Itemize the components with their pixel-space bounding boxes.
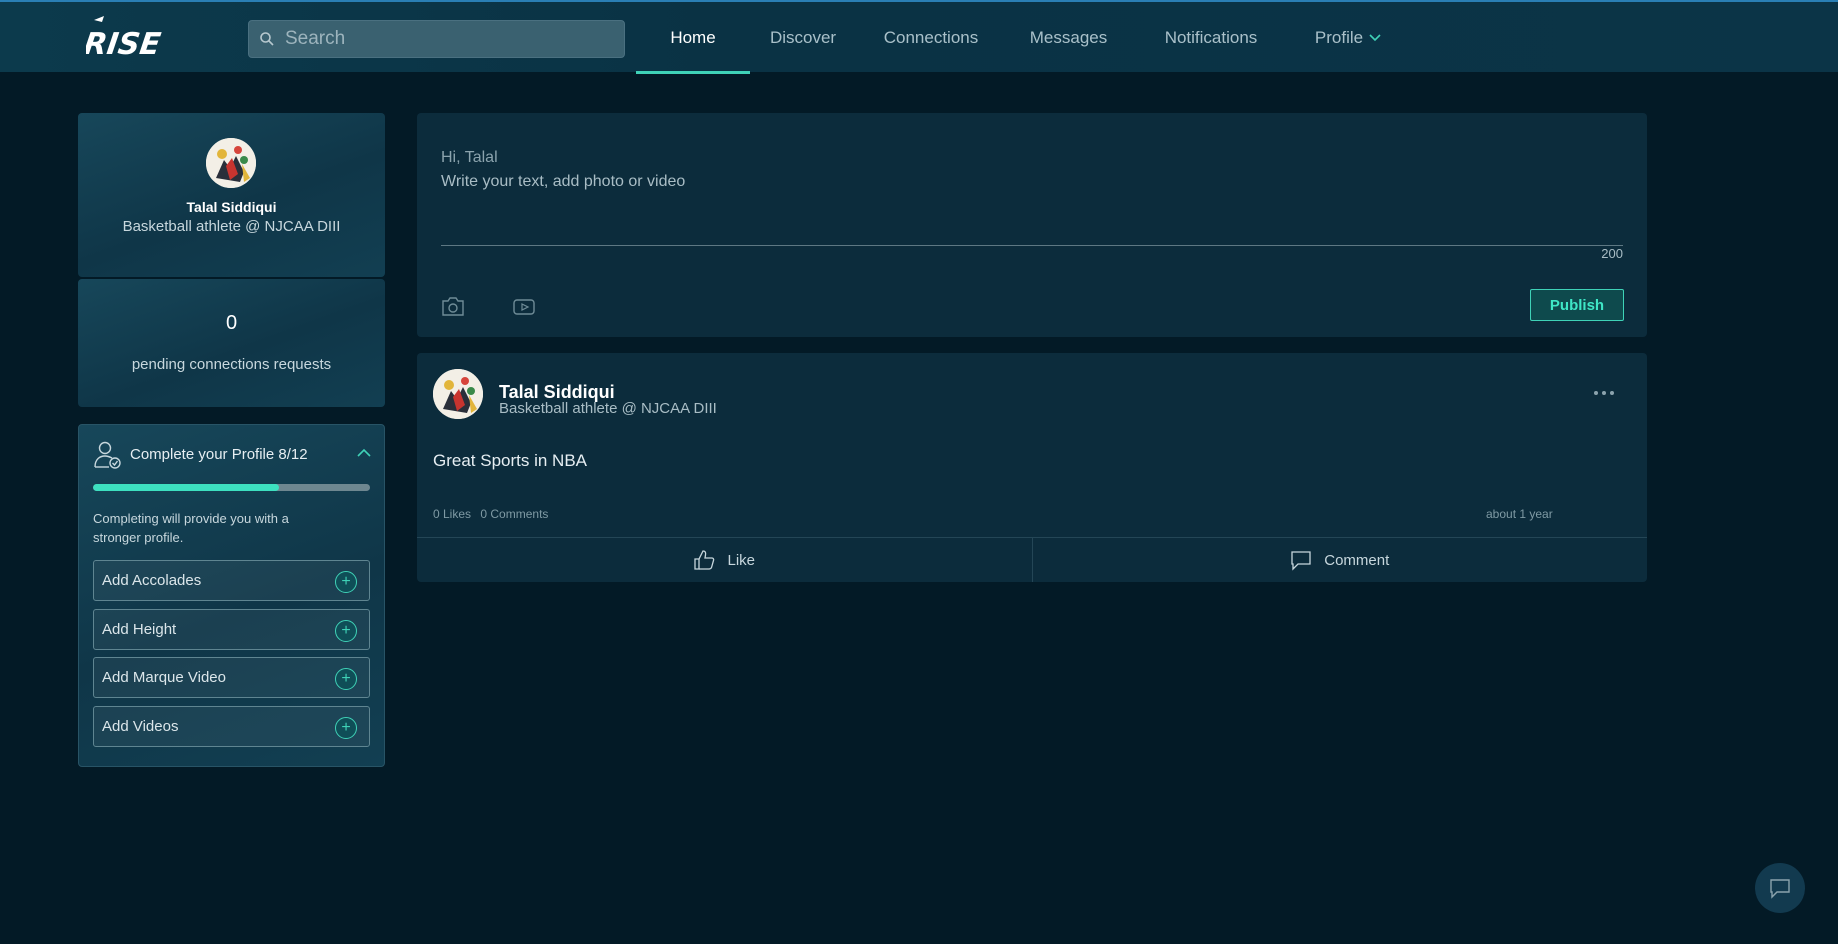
- like-button[interactable]: Like: [417, 538, 1032, 582]
- chat-icon: [1770, 879, 1790, 899]
- nav-discover[interactable]: Discover: [750, 2, 856, 74]
- add-marque-video-label: Add Marque Video: [102, 669, 226, 686]
- pending-label: pending connections requests: [131, 356, 332, 373]
- nav-messages-label: Messages: [1029, 28, 1108, 47]
- nav-connections[interactable]: Connections: [856, 2, 1006, 74]
- nav-profile[interactable]: Profile: [1291, 2, 1405, 74]
- post-composer: Hi, Talal 200 Publish: [417, 113, 1647, 337]
- nav-messages[interactable]: Messages: [1006, 2, 1131, 74]
- like-label: Like: [727, 551, 756, 569]
- plus-icon: +: [335, 717, 357, 739]
- post-stats: 0 Likes 0 Comments: [433, 507, 554, 521]
- nav-notifications[interactable]: Notifications: [1131, 2, 1291, 74]
- camera-icon[interactable]: [441, 295, 465, 317]
- profile-progress-bar: [93, 484, 370, 491]
- comment-button[interactable]: Comment: [1031, 538, 1648, 582]
- add-videos-button[interactable]: Add Videos +: [93, 706, 370, 747]
- avatar[interactable]: [206, 138, 256, 188]
- profile-name[interactable]: Talal Siddiqui: [78, 199, 385, 215]
- nav-notifications-label: Notifications: [1164, 28, 1258, 47]
- post-actions: Like Comment: [417, 537, 1647, 582]
- chevron-down-icon: [1369, 34, 1381, 42]
- nav-home[interactable]: Home: [636, 2, 750, 74]
- complete-profile-description: Completing will provide you with a stron…: [93, 511, 289, 545]
- composer-textarea[interactable]: [441, 169, 1623, 246]
- char-count: 200: [1601, 246, 1623, 261]
- plus-icon: +: [335, 620, 357, 642]
- add-accolades-button[interactable]: Add Accolades +: [93, 560, 370, 601]
- plus-icon: +: [335, 668, 357, 690]
- complete-profile-card: Complete your Profile 8/12 Completing wi…: [78, 424, 385, 767]
- publish-button[interactable]: Publish: [1530, 289, 1624, 321]
- add-height-button[interactable]: Add Height +: [93, 609, 370, 650]
- svg-text:RISE: RISE: [86, 27, 163, 60]
- pending-connections-card[interactable]: 0 pending connections requests: [78, 279, 385, 407]
- post-body: Great Sports in NBA: [433, 451, 588, 470]
- rise-logo[interactable]: RISE: [86, 16, 164, 60]
- post-likes-count[interactable]: 0 Likes: [433, 507, 471, 521]
- video-icon[interactable]: [513, 299, 535, 315]
- feed-post: Talal Siddiqui Basketball athlete @ NJCA…: [417, 353, 1647, 582]
- nav-profile-label: Profile: [1314, 28, 1364, 47]
- add-videos-label: Add Videos: [102, 718, 179, 735]
- main-nav: Home Discover Connections Messages Notif…: [636, 2, 1405, 74]
- search-input[interactable]: [285, 28, 605, 50]
- top-navbar: RISE Home Discover Connections Messages …: [0, 0, 1838, 74]
- add-height-label: Add Height: [102, 621, 177, 638]
- post-avatar[interactable]: [433, 369, 483, 419]
- add-marque-video-button[interactable]: Add Marque Video +: [93, 657, 370, 698]
- nav-discover-label: Discover: [769, 28, 837, 47]
- add-accolades-label: Add Accolades: [102, 572, 202, 589]
- profile-summary-card: Talal Siddiqui Basketball athlete @ NJCA…: [78, 113, 385, 277]
- thumbs-up-icon: [694, 550, 715, 570]
- pending-count: 0: [225, 312, 238, 334]
- search-icon: [260, 32, 274, 46]
- profile-progress-fill: [93, 484, 279, 491]
- chevron-up-icon[interactable]: [357, 448, 371, 458]
- comment-icon: [1291, 551, 1311, 571]
- more-options-icon[interactable]: [1593, 389, 1615, 397]
- avatar-image: [206, 138, 256, 188]
- user-check-icon: [94, 441, 121, 469]
- complete-profile-title: Complete your Profile 8/12: [130, 446, 308, 463]
- post-author-title: Basketball athlete @ NJCAA DIII: [499, 400, 717, 417]
- nav-connections-label: Connections: [883, 28, 979, 47]
- post-timestamp: about 1 year: [1486, 507, 1553, 521]
- profile-title: Basketball athlete @ NJCAA DIII: [122, 218, 341, 235]
- composer-greeting: Hi, Talal: [441, 149, 498, 166]
- nav-home-label: Home: [670, 28, 716, 47]
- post-comments-count[interactable]: 0 Comments: [480, 507, 548, 521]
- search-bar[interactable]: [248, 20, 625, 58]
- comment-label: Comment: [1324, 551, 1390, 569]
- plus-icon: +: [335, 571, 357, 593]
- avatar-image: [433, 369, 483, 419]
- chat-button[interactable]: [1755, 863, 1805, 913]
